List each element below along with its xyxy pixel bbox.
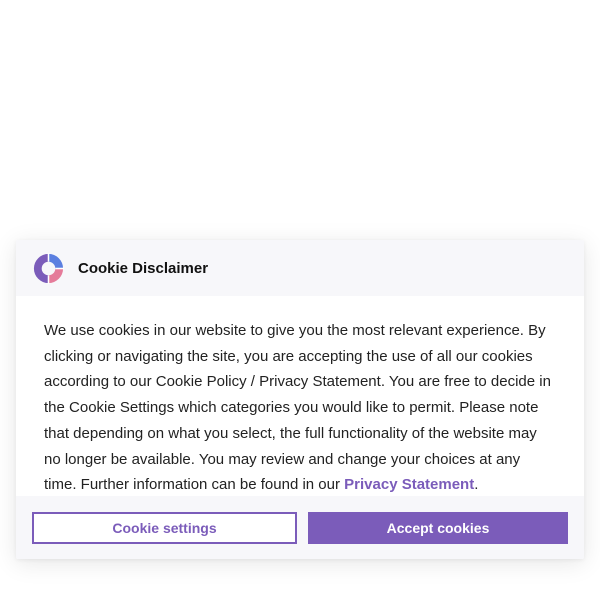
privacy-statement-link[interactable]: Privacy Statement	[344, 476, 474, 493]
dialog-title: Cookie Disclaimer	[78, 259, 209, 277]
disclaimer-end: .	[474, 476, 479, 494]
cookie-logo-icon	[31, 251, 66, 286]
page: Cookie Disclaimer We use cookies in our …	[0, 0, 600, 600]
disclaimer-body: We use cookies in our website to give yo…	[44, 322, 551, 494]
dialog-header: Cookie Disclaimer	[16, 240, 584, 296]
accept-cookies-button[interactable]: Accept cookies	[308, 512, 568, 544]
disclaimer-text: We use cookies in our website to give yo…	[44, 318, 556, 496]
dialog-footer: Cookie settings Accept cookies	[16, 496, 584, 559]
cookie-dialog: Cookie Disclaimer We use cookies in our …	[16, 240, 584, 559]
dialog-body: We use cookies in our website to give yo…	[16, 296, 584, 496]
cookie-settings-button[interactable]: Cookie settings	[32, 512, 297, 544]
